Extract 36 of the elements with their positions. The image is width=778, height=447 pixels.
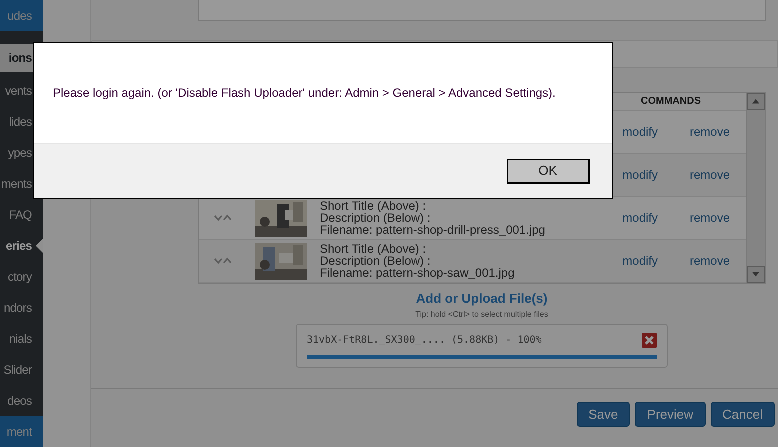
table-cell-text: Filename: pattern-shop-drill-press_001.jpg [320,224,546,236]
table-cell-text: Short Title (Above) : [320,200,428,212]
modify-link[interactable]: modify [596,211,666,225]
remove-link[interactable]: remove [666,168,746,182]
action-button[interactable]: Preview [635,402,706,427]
sidebar-item[interactable]: deos [0,385,43,416]
file-name: 31vbX-FtR8L._SX300_.... (5.88KB) - 100% [307,335,542,346]
action-button[interactable]: Cancel [710,402,775,427]
reorder-icon[interactable] [214,214,232,222]
upload-tip: Tip: hold <Ctrl> to select multiple files [414,310,550,319]
table-cell-text: Description (Below) : [320,255,432,267]
reorder-icon[interactable] [214,257,232,265]
close-icon[interactable] [642,333,657,348]
column-header: COMMANDS [640,95,702,109]
table-cell-text: Description (Below) : [320,212,432,224]
scroll-down-button[interactable] [747,266,765,283]
ok-button[interactable]: OK [507,158,590,184]
scrollbar[interactable] [746,93,765,283]
remove-link[interactable]: remove [666,254,746,268]
sidebar-item[interactable]: ndors [0,292,43,323]
sidebar-item[interactable]: FAQ [0,199,43,230]
remove-link[interactable]: remove [666,125,746,139]
scroll-up-button[interactable] [747,93,765,110]
sidebar-item[interactable]: nials [0,323,43,354]
upload-link[interactable]: Add or Upload File(s) [198,291,766,306]
table-cell-text: Short Title (Above) : [320,243,428,255]
sidebar-item[interactable]: ment [0,416,43,447]
sidebar-item[interactable]: udes [0,0,43,31]
text-area[interactable] [198,0,766,21]
remove-link[interactable]: remove [666,211,746,225]
sidebar-item[interactable]: Slider [0,354,43,385]
action-button[interactable]: Save [576,402,630,427]
sidebar-item[interactable]: ctory [0,261,43,292]
modify-link[interactable]: modify [596,254,666,268]
table-cell-text: Filename: pattern-shop-saw_001.jpg [320,267,516,279]
dialog-message: Please login again. (or 'Disable Flash Uploader' under: Admin > General > Advanced Settings). [53,86,556,100]
